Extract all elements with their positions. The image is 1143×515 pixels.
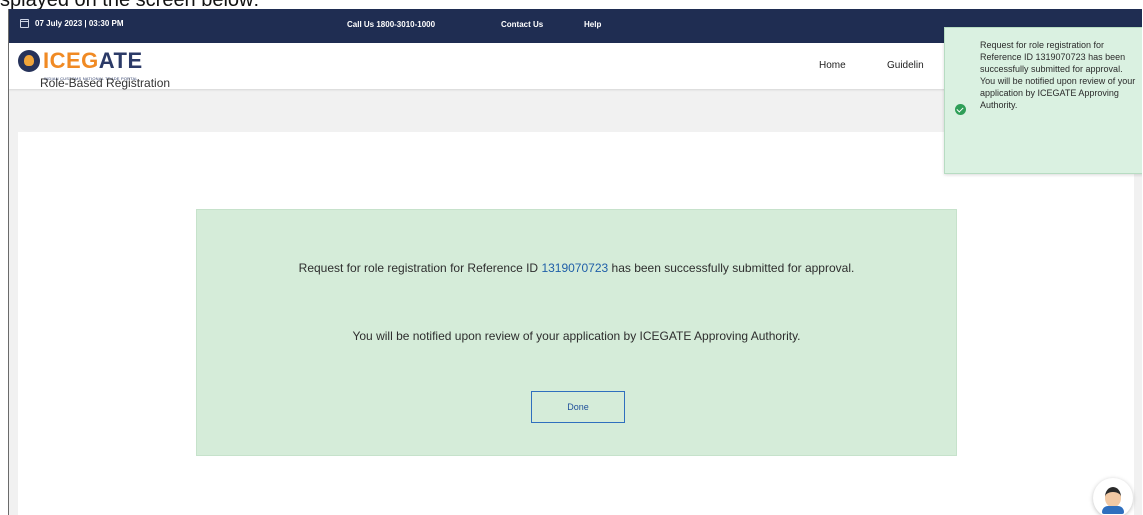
date-time-group: 07 July 2023 | 03:30 PM [20,19,124,28]
reference-id-link[interactable]: 1319070723 [541,261,608,275]
calendar-icon [20,19,29,28]
chatbot-button[interactable] [1093,478,1133,515]
logo-wordmark-orange: ICEG [43,48,99,73]
toast-message: Request for role registration for Refere… [980,40,1136,110]
browser-viewport: 07 July 2023 | 03:30 PM Call Us 1800-301… [8,9,1142,515]
icegate-logo[interactable]: ICEGATE INDIAN CUSTOMS NATIONAL TRADE PO… [18,50,143,81]
date-time-label: 07 July 2023 | 03:30 PM [35,19,124,28]
submission-message-suffix: has been successfully submitted for appr… [608,261,855,275]
submission-message-prefix: Request for role registration for Refere… [298,261,542,275]
emblem-icon [18,50,40,72]
chatbot-avatar-icon [1105,487,1121,507]
logo-wordmark-blue: ATE [98,48,143,73]
check-circle-icon [955,104,966,115]
nav-home-link[interactable]: Home [819,60,846,71]
help-link[interactable]: Help [584,20,601,29]
submission-message: Request for role registration for Refere… [237,260,916,276]
contact-us-link[interactable]: Contact Us [501,20,543,29]
done-button[interactable]: Done [531,391,625,423]
page-title: Role-Based Registration [40,76,171,90]
nav-guidelines-link[interactable]: Guidelin [887,60,924,71]
call-us-link[interactable]: Call Us 1800-3010-1000 [347,20,435,29]
logo-wordmark: ICEGATE [43,50,143,72]
chatbot-avatar-body [1102,506,1124,514]
review-notice: You will be notified upon review of your… [352,329,801,343]
success-toast[interactable]: Request for role registration for Refere… [944,27,1142,174]
success-message-panel: Request for role registration for Refere… [196,209,957,456]
